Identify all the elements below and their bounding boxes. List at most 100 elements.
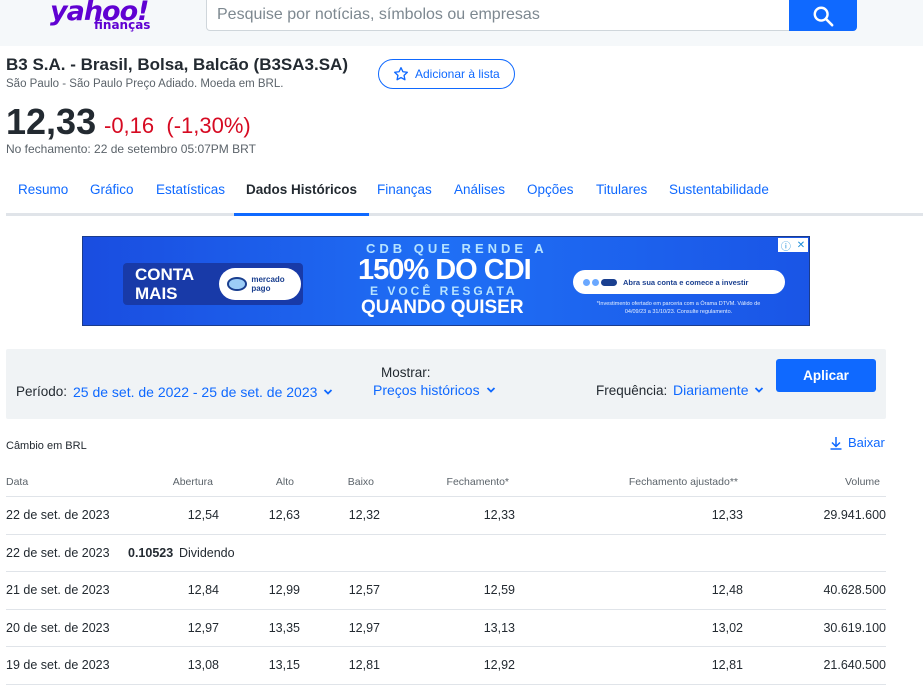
ad-controls: ⓘ ✕ <box>778 238 808 253</box>
cell-high: 12,63 <box>268 508 300 522</box>
search-box <box>206 0 790 31</box>
cell-low: 12,81 <box>348 658 380 672</box>
ad-info-icon[interactable]: ⓘ <box>781 238 791 253</box>
cell-close: 12,59 <box>483 583 515 597</box>
mercado-pago-text: mercado pago <box>251 275 285 293</box>
show-dropdown[interactable]: Preços históricos <box>373 382 496 398</box>
show-value: Preços históricos <box>373 382 480 398</box>
top-bar: yahoo! finanças <box>0 0 923 46</box>
download-icon <box>830 436 842 450</box>
cell-volume: 40.628.500 <box>823 583 886 597</box>
ad-dots-icon <box>583 278 617 286</box>
dividend-value: 0.10523 <box>128 545 174 560</box>
search-input[interactable] <box>207 0 789 30</box>
price-change: -0,16 (-1,30%) <box>104 113 251 139</box>
dividend-label: Dividendo <box>179 545 235 560</box>
chevron-down-icon <box>486 387 495 393</box>
frequency-value: Diariamente <box>673 382 749 398</box>
header-low: Baixo <box>347 476 374 488</box>
search-button[interactable] <box>789 0 857 31</box>
cell-open: 12,84 <box>187 583 219 597</box>
search-icon <box>813 6 834 26</box>
tab-estatisticas[interactable]: Estatísticas <box>144 174 237 216</box>
cell-date: 21 de set. de 2023 <box>6 583 110 597</box>
ad-badge-text: CONTA MAIS <box>135 265 194 303</box>
cell-close: 12,33 <box>483 508 515 522</box>
ad-conta-badge: CONTA MAIS mercado pago <box>123 263 303 305</box>
quote-title: B3 S.A. - Brasil, Bolsa, Balcão (B3SA3.S… <box>6 55 348 74</box>
frequency-dropdown[interactable]: Diariamente <box>673 382 764 398</box>
change-percent: (-1,30%) <box>166 113 251 138</box>
cell-date: 22 de set. de 2023 <box>6 508 110 522</box>
cell-date: 20 de set. de 2023 <box>6 620 110 635</box>
tab-grafico[interactable]: Gráfico <box>78 174 146 216</box>
cell-volume: 29.941.600 <box>823 508 886 522</box>
ad-line-4: QUANDO QUISER <box>361 297 524 318</box>
download-label: Baixar <box>848 435 885 450</box>
ad-line-3: E VOCÊ RESGATA <box>370 284 518 298</box>
handshake-icon <box>227 277 248 291</box>
cell-low: 12,32 <box>348 508 380 522</box>
tab-sustentabilidade[interactable]: Sustentabilidade <box>657 174 781 216</box>
currency-note: Câmbio em BRL <box>6 440 87 452</box>
cell-adj-close: 12,33 <box>711 508 743 522</box>
show-label: Mostrar: <box>381 365 431 380</box>
tab-analises[interactable]: Análises <box>442 174 517 216</box>
table-row: 21 de set. de 2023 12,84 12,99 12,57 12,… <box>6 572 886 610</box>
star-icon <box>394 67 408 81</box>
historical-filters-panel: Período: 25 de set. de 2022 - 25 de set.… <box>6 349 886 419</box>
chevron-down-icon <box>755 387 764 393</box>
ad-fine-print: *Investimento ofertado em parceria com a… <box>596 301 761 315</box>
tab-financas[interactable]: Finanças <box>365 174 444 216</box>
advertisement-banner[interactable]: CONTA MAIS mercado pago CDB QUE RENDE A … <box>82 236 810 326</box>
change-value: -0,16 <box>104 113 155 138</box>
header-high: Alto <box>275 476 294 488</box>
cell-open: 13,08 <box>187 658 219 672</box>
tab-opcoes[interactable]: Opções <box>515 174 586 216</box>
tab-resumo[interactable]: Resumo <box>6 174 80 216</box>
header-adj-close: Fechamento ajustado** <box>628 476 738 488</box>
tab-titulares[interactable]: Titulares <box>584 174 659 216</box>
cell-adj-close: 12,81 <box>711 658 743 672</box>
cell-low: 12,97 <box>348 620 380 635</box>
table-row: 20 de set. de 2023 12,97 13,35 12,97 13,… <box>6 610 886 647</box>
mercado-pago-logo: mercado pago <box>219 268 301 300</box>
header-volume: Volume <box>844 476 880 488</box>
header-open: Abertura <box>172 476 213 488</box>
tab-dados-historicos[interactable]: Dados Históricos <box>234 174 370 216</box>
historical-data-table: Data Abertura Alto Baixo Fechamento* Fec… <box>6 468 886 685</box>
current-price: 12,33 <box>6 101 97 142</box>
dividend-row: 22 de set. de 2023 0.10523 Dividendo <box>6 535 886 572</box>
download-button[interactable]: Baixar <box>829 435 885 450</box>
ad-close-icon[interactable]: ✕ <box>797 240 805 251</box>
table-header: Data Abertura Alto Baixo Fechamento* Fec… <box>6 468 886 497</box>
cell-date: 19 de set. de 2023 <box>6 658 110 672</box>
ad-line-2: 150% DO CDI <box>358 254 532 286</box>
cell-adj-close: 13,02 <box>711 620 743 635</box>
ad-cta-pill: Abra sua conta e comece a investir <box>573 270 785 294</box>
chevron-down-icon <box>324 389 333 395</box>
yahoo-financas-logo[interactable]: yahoo! finanças <box>50 0 150 38</box>
apply-button[interactable]: Aplicar <box>776 359 876 392</box>
closing-note: No fechamento: 22 de setembro 05:07PM BR… <box>6 142 256 156</box>
quote-subtitle: São Paulo - São Paulo Preço Adiado. Moed… <box>6 78 284 90</box>
table-row: 19 de set. de 2023 13,08 13,15 12,81 12,… <box>6 647 886 685</box>
cell-high: 12,99 <box>268 583 300 597</box>
frequency-label: Frequência: <box>596 383 668 398</box>
period-dropdown[interactable]: 25 de set. de 2022 - 25 de set. de 2023 <box>73 384 333 400</box>
cell-volume: 21.640.500 <box>823 658 886 672</box>
cell-high: 13,15 <box>268 658 300 672</box>
cell-adj-close: 12,48 <box>711 583 743 597</box>
cell-open: 12,54 <box>187 508 219 522</box>
table-row: 22 de set. de 2023 12,54 12,63 12,32 12,… <box>6 497 886 535</box>
cell-low: 12,57 <box>348 583 380 597</box>
ad-cta-text: Abra sua conta e comece a investir <box>623 277 749 287</box>
cell-close: 13,13 <box>483 620 515 635</box>
header-date: Data <box>6 476 29 488</box>
period-value: 25 de set. de 2022 - 25 de set. de 2023 <box>73 384 318 400</box>
cell-open: 12,97 <box>187 620 219 635</box>
header-close: Fechamento* <box>446 476 509 488</box>
cell-close: 12,92 <box>483 658 515 672</box>
cell-date: 22 de set. de 2023 <box>6 545 110 560</box>
add-to-watchlist-button[interactable]: Adicionar à lista <box>378 59 515 89</box>
